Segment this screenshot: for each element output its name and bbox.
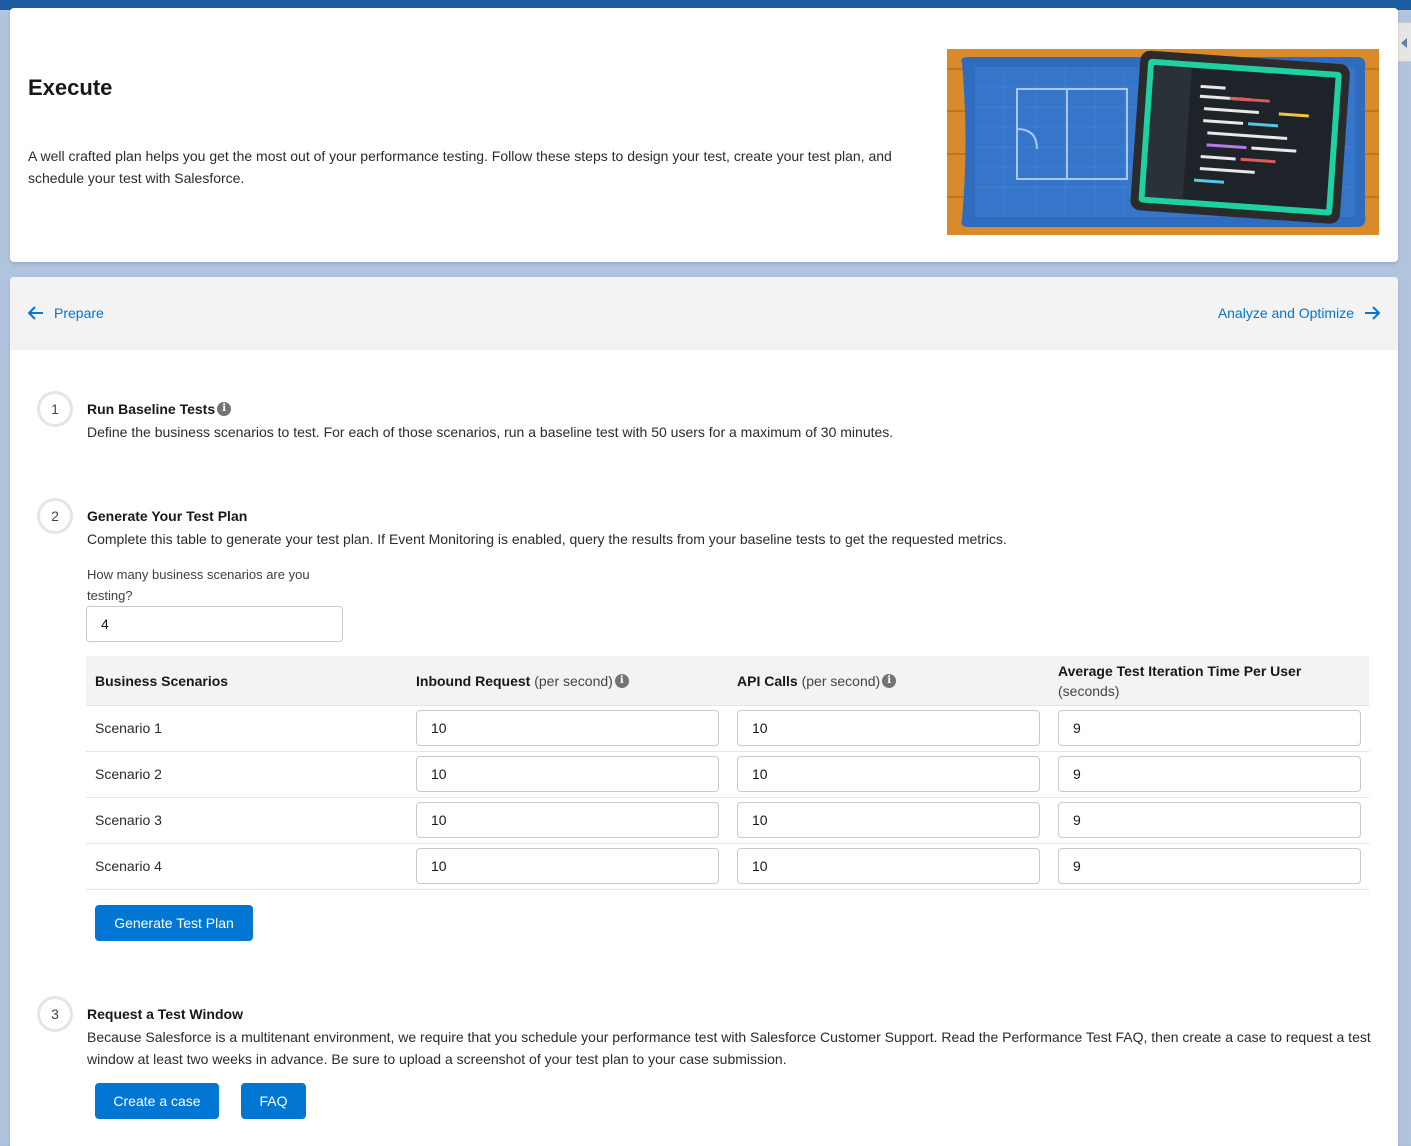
- step-description-1: Define the business scenarios to test. F…: [87, 424, 894, 440]
- scenario-name: Scenario 2: [95, 766, 162, 782]
- inbound-request-input[interactable]: 10: [416, 756, 719, 792]
- step-title-2: Generate Your Test Plan: [87, 508, 247, 524]
- next-link[interactable]: Analyze and Optimize: [1217, 305, 1381, 321]
- table-header: Business Scenarios Inbound Request (per …: [86, 656, 1369, 706]
- step-title-1: Run Baseline Tests i: [87, 401, 232, 417]
- step-number-3: 3: [37, 996, 73, 1032]
- generate-test-plan-button[interactable]: Generate Test Plan: [95, 905, 253, 941]
- next-link-label: Analyze and Optimize: [1217, 305, 1354, 321]
- test-plan-table: Business Scenarios Inbound Request (per …: [86, 656, 1369, 890]
- table-row: Scenario 3 10 10 9: [86, 798, 1369, 844]
- step-title-1-text: Run Baseline Tests: [87, 401, 216, 417]
- scenario-name: Scenario 1: [95, 720, 162, 736]
- api-calls-input[interactable]: 10: [737, 848, 1040, 884]
- table-row: Scenario 4 10 10 9: [86, 844, 1369, 890]
- faq-button[interactable]: FAQ: [241, 1083, 306, 1119]
- api-calls-input[interactable]: 10: [737, 756, 1040, 792]
- api-calls-input[interactable]: 10: [737, 710, 1040, 746]
- column-header-inbound: Inbound Request (per second) i: [416, 656, 629, 706]
- inbound-request-input[interactable]: 10: [416, 802, 719, 838]
- hero-illustration: [947, 49, 1379, 235]
- scenario-name: Scenario 3: [95, 812, 162, 828]
- step-description-2: Complete this table to generate your tes…: [87, 531, 1007, 547]
- prev-link-label: Prepare: [54, 305, 104, 321]
- inbound-request-input[interactable]: 10: [416, 710, 719, 746]
- scenario-count-input[interactable]: 4: [86, 606, 343, 642]
- step-description-3: Because Salesforce is a multitenant envi…: [87, 1029, 1371, 1067]
- info-icon[interactable]: i: [882, 674, 897, 688]
- avg-iteration-time-input[interactable]: 9: [1058, 848, 1361, 884]
- prev-link[interactable]: Prepare: [27, 305, 104, 321]
- main-card: Prepare Analyze and Optimize 1 Run Basel…: [10, 277, 1398, 1146]
- page-title: Execute: [28, 75, 113, 100]
- column-header-scenarios: Business Scenarios: [95, 673, 229, 689]
- column-header-api-label: API Calls: [737, 673, 798, 689]
- column-header-api-unit: (per second): [801, 673, 881, 689]
- inbound-request-input[interactable]: 10: [416, 848, 719, 884]
- avg-iteration-time-input[interactable]: 9: [1058, 756, 1361, 792]
- column-header-inbound-unit: (per second): [534, 673, 613, 689]
- step-title-2-text: Generate Your Test Plan: [87, 508, 248, 524]
- header-card: Execute A well crafted plan helps you ge…: [10, 8, 1398, 262]
- scenario-count-label: How many business scenarios are you test…: [87, 567, 310, 603]
- column-header-api: API Calls (per second) i: [737, 656, 897, 706]
- arrow-right-icon: [1364, 306, 1381, 320]
- step-number-2: 2: [37, 498, 73, 534]
- info-icon[interactable]: i: [614, 674, 629, 688]
- avg-iteration-time-input[interactable]: 9: [1058, 710, 1361, 746]
- column-header-avg: Average Test Iteration Time Per User (se…: [1058, 656, 1301, 706]
- table-row: Scenario 1 10 10 9: [86, 706, 1369, 752]
- step-title-3: Request a Test Window: [87, 1006, 243, 1022]
- table-row: Scenario 2 10 10 9: [86, 752, 1369, 798]
- step-title-3-text: Request a Test Window: [87, 1006, 243, 1022]
- scenario-name: Scenario 4: [95, 858, 162, 874]
- info-icon[interactable]: i: [217, 402, 232, 416]
- column-header-inbound-label: Inbound Request: [416, 673, 531, 689]
- api-calls-input[interactable]: 10: [737, 802, 1040, 838]
- column-header-avg-unit: (seconds): [1058, 683, 1120, 699]
- page-description: A well crafted plan helps you get the mo…: [28, 148, 892, 186]
- avg-iteration-time-input[interactable]: 9: [1058, 802, 1361, 838]
- arrow-left-icon: [27, 306, 44, 320]
- step-navigation: Prepare Analyze and Optimize: [10, 277, 1398, 350]
- create-case-button[interactable]: Create a case: [95, 1083, 219, 1119]
- column-header-avg-label: Average Test Iteration Time Per User: [1058, 663, 1302, 679]
- blueprint-tablet-illustration: [947, 49, 1379, 235]
- step-number-1: 1: [37, 391, 73, 427]
